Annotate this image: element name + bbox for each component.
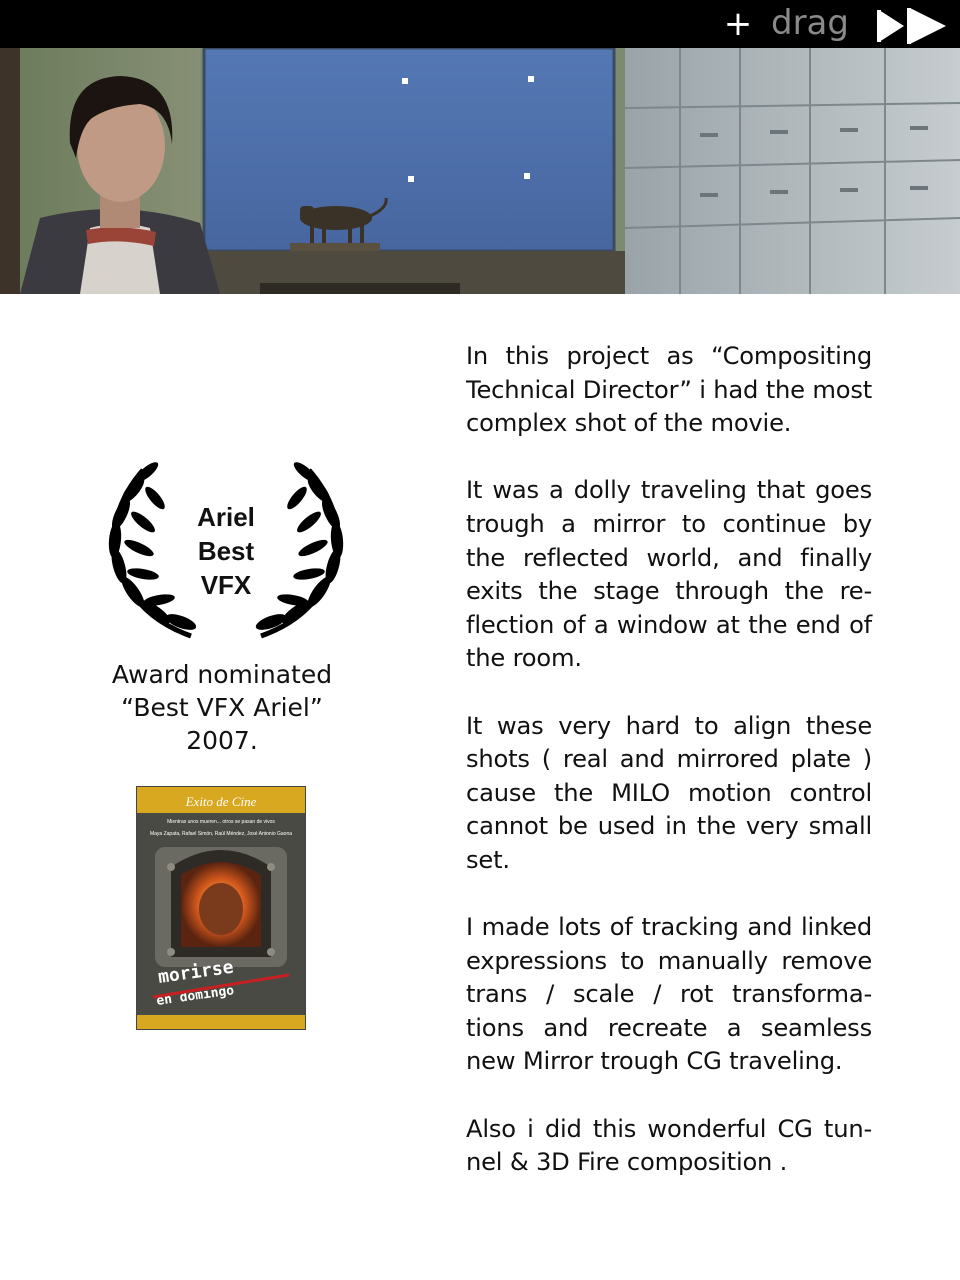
award-caption: Award nominated “Best VFX Ariel” 2007. <box>62 658 382 757</box>
paragraph-5: Also i did this wonderful CG tun-nel & 3… <box>466 1114 872 1177</box>
award-caption-line-2: “Best VFX Ariel” <box>121 693 323 722</box>
paragraph-2: It was a dolly traveling that goes troug… <box>466 476 872 673</box>
award-caption-line-3: 2007. <box>186 726 258 755</box>
laurel-line-1: Ariel <box>197 502 255 532</box>
movie-poster-image[interactable]: Exito de Cine Mientras unos mueren... ot… <box>136 786 306 1030</box>
poster-credits-2: Maya Zapata, Rafael Simón, Raúl Méndez, … <box>150 831 292 837</box>
add-button[interactable]: + <box>722 4 754 44</box>
paragraph-4: I made lots of tracking and linked expre… <box>466 913 872 1076</box>
fast-forward-icon[interactable] <box>874 6 950 46</box>
paragraph-3: It was very hard to align these shots ( … <box>466 711 872 874</box>
laurel-title: Ariel Best VFX <box>103 500 349 602</box>
award-caption-line-1: Award nominated <box>111 660 333 689</box>
laurel-line-2: Best <box>197 536 255 566</box>
project-description: In this project as “Compositing Technica… <box>466 340 872 1213</box>
poster-credits-1: Mientras unos mueren... otros se pasan d… <box>167 819 275 825</box>
paragraph-1: In this project as “Compositing Technica… <box>466 342 872 438</box>
top-toolbar: + drag <box>0 0 960 48</box>
drag-handle[interactable]: drag <box>771 3 849 43</box>
laurel-line-3: VFX <box>200 570 252 600</box>
hero-film-still <box>0 48 960 294</box>
poster-banner: Exito de Cine <box>185 794 257 809</box>
